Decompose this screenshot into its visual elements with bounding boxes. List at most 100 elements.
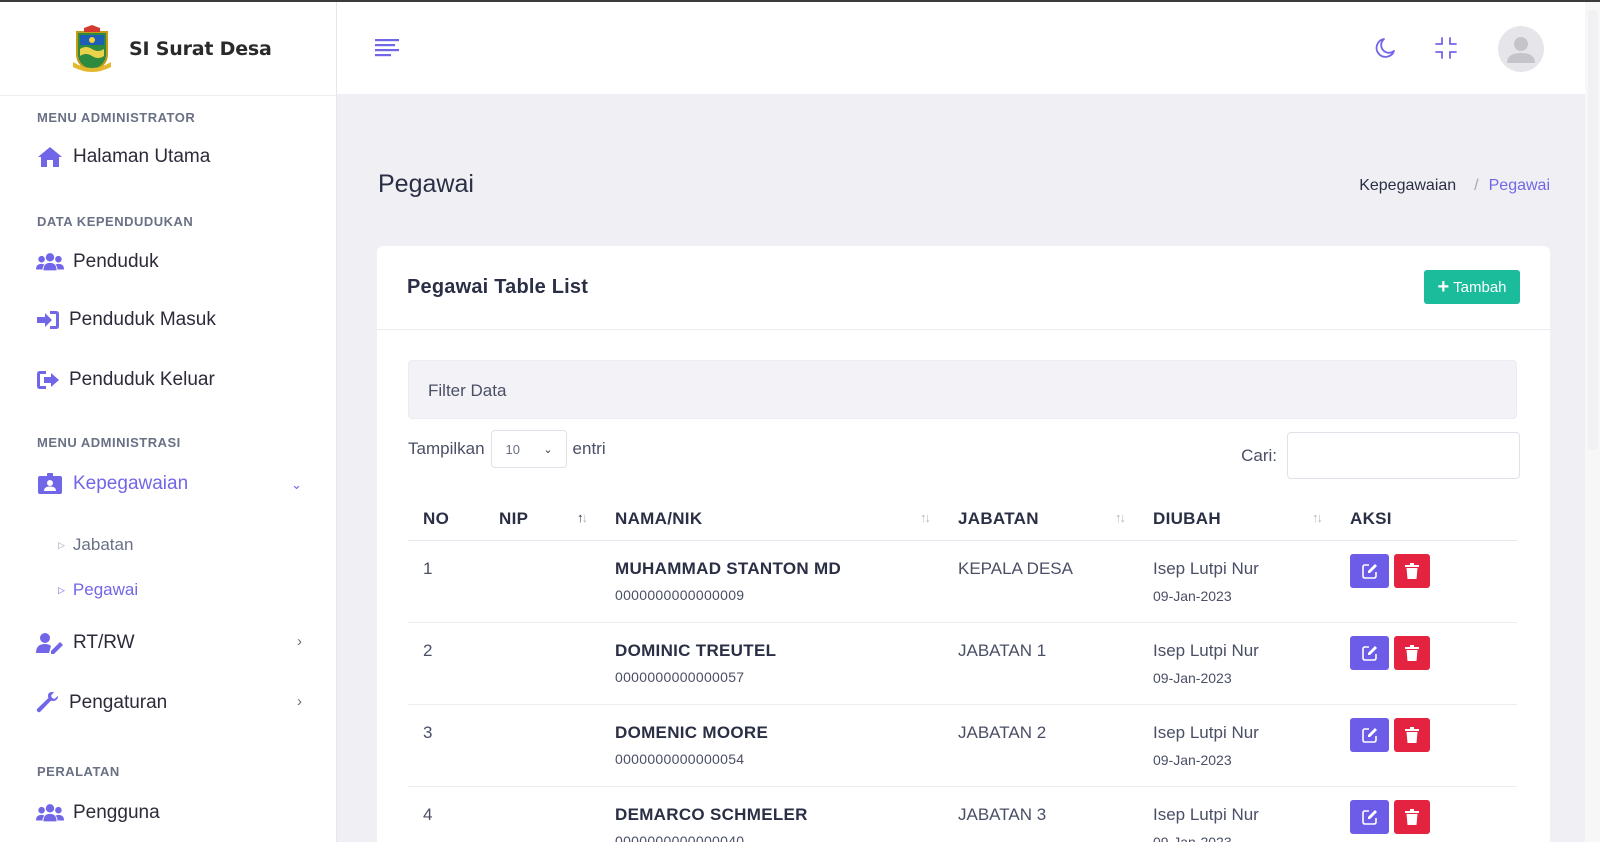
edit-button[interactable] xyxy=(1350,717,1389,752)
sidebar-item-penduduk[interactable]: Penduduk xyxy=(36,251,302,273)
bullet-icon: ▷ xyxy=(58,584,65,595)
section-menu-administrator: MENU ADMINISTRATOR xyxy=(37,110,196,125)
employee-name: MUHAMMAD STANTON MD xyxy=(615,558,842,578)
employee-name: DOMENIC MOORE xyxy=(615,722,769,742)
edit-button[interactable] xyxy=(1350,635,1389,670)
sidebar-item-label: Halaman Utama xyxy=(73,146,211,167)
filter-label: Filter Data xyxy=(428,381,507,400)
brand[interactable]: SI Surat Desa xyxy=(0,2,336,96)
section-data-kependudukan: DATA KEPENDUDUKAN xyxy=(37,214,194,229)
page-length-control: Tampilkan 10 ⌄ entri xyxy=(408,430,606,468)
trash-icon xyxy=(1405,808,1419,825)
page-length-value: 10 xyxy=(505,441,521,457)
delete-button[interactable] xyxy=(1394,717,1430,752)
cell-diubah: Isep Lutpi Nur 09-Jan-2023 xyxy=(1138,786,1335,842)
cell-nama-nik: DOMINIC TREUTEL 0000000000000057 xyxy=(600,622,943,705)
sort-icon: ↑↓ xyxy=(920,510,931,525)
sidebar-item-kepegawaian[interactable]: Kepegawaian ⌄ xyxy=(36,473,302,495)
cell-diubah: Isep Lutpi Nur 09-Jan-2023 xyxy=(1138,622,1335,705)
add-button-label: Tambah xyxy=(1453,278,1507,296)
trash-icon xyxy=(1405,644,1419,661)
section-peralatan: PERALATAN xyxy=(37,764,120,779)
chevron-down-icon: ⌄ xyxy=(291,477,302,492)
column-header-no: NO xyxy=(408,498,484,541)
card-header: Pegawai Table List + Tambah xyxy=(377,246,1550,330)
breadcrumb-kepegawaian[interactable]: Kepegawaian xyxy=(1359,177,1456,195)
cell-aksi xyxy=(1335,540,1517,623)
search-control: Cari: xyxy=(1241,432,1520,479)
compress-icon xyxy=(1435,37,1457,59)
updated-date: 09-Jan-2023 xyxy=(1153,751,1232,768)
updated-by: Isep Lutpi Nur xyxy=(1153,722,1259,742)
edit-button[interactable] xyxy=(1350,799,1389,834)
filter-panel-toggle[interactable]: Filter Data xyxy=(408,360,1517,419)
employee-nik: 0000000000000009 xyxy=(615,586,745,603)
column-header-jabatan[interactable]: JABATAN ↑↓ xyxy=(943,498,1138,541)
cell-no: 3 xyxy=(408,704,484,787)
employee-name: DOMINIC TREUTEL xyxy=(615,640,777,660)
table-row: 3 DOMENIC MOORE 0000000000000054 JABATAN … xyxy=(408,704,1517,787)
sidebar-item-rtrw[interactable]: RT/RW › xyxy=(36,632,302,654)
cell-nip xyxy=(484,786,600,842)
cell-jabatan: KEPALA DESA xyxy=(943,540,1138,623)
cell-nip xyxy=(484,540,600,623)
cell-nip xyxy=(484,704,600,787)
updated-date: 09-Jan-2023 xyxy=(1153,587,1232,604)
page-header: Pegawai Kepegawaian / Pegawai xyxy=(370,140,1550,220)
cell-jabatan: JABATAN 3 xyxy=(943,786,1138,842)
search-input[interactable] xyxy=(1287,432,1520,479)
column-header-nama[interactable]: NAMA/NIK ↑↓ xyxy=(600,498,943,541)
id-badge-icon xyxy=(36,473,64,495)
show-prefix: Tampilkan xyxy=(408,439,485,458)
page-length-select[interactable]: 10 ⌄ xyxy=(490,430,567,468)
cell-aksi xyxy=(1335,704,1517,787)
sidebar-item-pengguna[interactable]: Pengguna xyxy=(36,802,302,824)
column-header-nip[interactable]: NIP ↑↓ xyxy=(484,498,600,541)
cell-no: 1 xyxy=(408,540,484,623)
sidebar-item-penduduk-masuk[interactable]: Penduduk Masuk xyxy=(36,309,302,331)
cell-nama-nik: DOMENIC MOORE 0000000000000054 xyxy=(600,704,943,787)
edit-icon xyxy=(1361,727,1377,743)
delete-button[interactable] xyxy=(1394,635,1430,670)
page-scrollbar-thumb[interactable] xyxy=(1588,10,1598,450)
sidebar-subitem-jabatan[interactable]: ▷ Jabatan xyxy=(58,535,133,555)
cell-diubah: Isep Lutpi Nur 09-Jan-2023 xyxy=(1138,540,1335,623)
sidebar-item-label: RT/RW xyxy=(73,632,135,653)
edit-icon xyxy=(1361,563,1377,579)
updated-date: 09-Jan-2023 xyxy=(1153,669,1232,686)
edit-icon xyxy=(1361,645,1377,661)
user-avatar[interactable] xyxy=(1498,26,1544,72)
sidebar-item-halaman-utama[interactable]: Halaman Utama xyxy=(36,146,302,168)
fullscreen-toggle[interactable] xyxy=(1432,34,1460,62)
column-header-diubah[interactable]: DIUBAH ↑↓ xyxy=(1138,498,1335,541)
delete-button[interactable] xyxy=(1394,553,1430,588)
sidebar-subitem-pegawai[interactable]: ▷ Pegawai xyxy=(58,580,138,600)
dark-mode-toggle[interactable] xyxy=(1372,34,1400,62)
sidebar-item-label: Penduduk Keluar xyxy=(69,369,215,390)
delete-button[interactable] xyxy=(1394,799,1430,834)
sidebar-item-label: Jabatan xyxy=(72,535,134,554)
cell-jabatan: JABATAN 2 xyxy=(943,704,1138,787)
updated-by: Isep Lutpi Nur xyxy=(1153,640,1259,660)
employee-nik: 0000000000000057 xyxy=(615,668,745,685)
employee-nik: 0000000000000040 xyxy=(615,832,745,842)
app-name: SI Surat Desa xyxy=(129,37,272,60)
table-row: 4 DEMARCO SCHMELER 0000000000000040 JABAT… xyxy=(408,786,1517,842)
breadcrumb-separator: / xyxy=(1474,177,1479,194)
page-title: Pegawai xyxy=(378,170,474,198)
menu-toggle-icon[interactable] xyxy=(375,39,399,57)
sort-icon: ↑↓ xyxy=(577,510,588,525)
sidebar-item-pengaturan[interactable]: Pengaturan › xyxy=(36,692,302,714)
chevron-right-icon: › xyxy=(297,633,302,650)
add-pegawai-button[interactable]: + Tambah xyxy=(1424,270,1520,304)
home-icon xyxy=(36,146,64,168)
sidebar-item-label: Pengguna xyxy=(73,802,160,823)
edit-icon xyxy=(1361,809,1377,825)
sort-icon: ↑↓ xyxy=(1312,510,1323,525)
edit-button[interactable] xyxy=(1350,553,1389,588)
sidebar-item-label: Pengaturan xyxy=(69,692,168,713)
sidebar-item-penduduk-keluar[interactable]: Penduduk Keluar xyxy=(36,369,302,391)
cell-nama-nik: MUHAMMAD STANTON MD 0000000000000009 xyxy=(600,540,943,623)
moon-icon xyxy=(1375,38,1395,58)
chevron-right-icon: › xyxy=(297,693,302,710)
